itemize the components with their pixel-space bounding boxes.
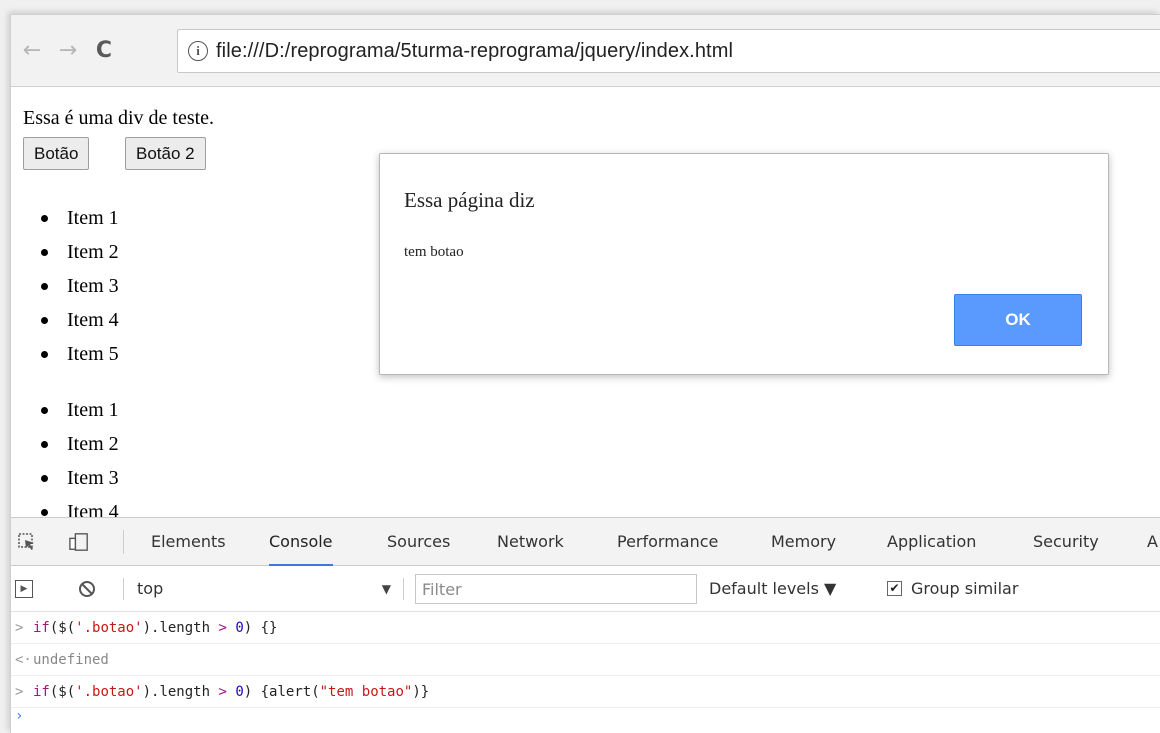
list-item: Item 4 — [41, 495, 119, 517]
tab-application[interactable]: Application — [887, 518, 976, 566]
toolbar-divider — [403, 578, 404, 600]
list-item: Item 3 — [41, 461, 119, 495]
devtools-tabbar: Elements Console Sources Network Perform… — [11, 518, 1160, 566]
info-icon[interactable]: i — [188, 41, 208, 61]
console-output: > if($('.botao').length > 0) {} <· undef… — [11, 612, 1160, 732]
tab-security[interactable]: Security — [1033, 518, 1099, 566]
list-item: Item 4 — [41, 303, 119, 337]
tab-audits[interactable]: A — [1147, 518, 1158, 566]
clear-console-icon[interactable] — [77, 579, 97, 599]
console-input-line: > if($('.botao').length > 0) {alert("tem… — [11, 676, 1160, 708]
tab-memory[interactable]: Memory — [771, 518, 836, 566]
prompt-caret-icon: › — [15, 708, 24, 724]
screenshot-frame: ← → C i file:///D:/reprograma/5turma-rep… — [0, 0, 1160, 733]
code-token: ($( — [49, 684, 76, 700]
address-bar[interactable]: i file:///D:/reprograma/5turma-reprogram… — [177, 29, 1160, 73]
tab-elements[interactable]: Elements — [151, 518, 226, 566]
console-toolbar: ▶ top ▼ Default levels ▼ ✔ Group similar — [11, 566, 1160, 612]
filter-input[interactable] — [415, 574, 697, 604]
tab-performance[interactable]: Performance — [617, 518, 718, 566]
botao-button[interactable]: Botão — [23, 137, 90, 170]
console-prompt[interactable]: › — [11, 708, 1160, 732]
browser-toolbar: ← → C i file:///D:/reprograma/5turma-rep… — [11, 15, 1160, 87]
dialog-title: Essa página diz — [404, 188, 535, 212]
code-token: "tem botao" — [319, 684, 413, 700]
dialog-message: tem botao — [404, 244, 464, 260]
code-token: 0 — [235, 684, 244, 700]
code-token: if — [33, 684, 50, 700]
sidebar-toggle-icon[interactable]: ▶ — [15, 580, 33, 598]
code-token: ).length — [142, 620, 219, 636]
list-item: Item 1 — [41, 201, 119, 235]
input-prompt-icon: > — [15, 684, 24, 700]
browser-window: ← → C i file:///D:/reprograma/5turma-rep… — [10, 14, 1160, 733]
context-value: top — [137, 579, 164, 598]
log-levels-dropdown[interactable]: Default levels ▼ — [709, 566, 836, 612]
code-token: '.botao' — [75, 620, 143, 636]
code-token: > — [218, 684, 227, 700]
tab-network[interactable]: Network — [497, 518, 564, 566]
toolbar-divider — [123, 578, 124, 600]
reload-icon[interactable]: C — [91, 37, 117, 63]
devtools-panel: Elements Console Sources Network Perform… — [11, 517, 1160, 733]
group-similar-label: Group similar — [911, 579, 1019, 598]
console-result-line: <· undefined — [11, 644, 1160, 676]
list-item: Item 2 — [41, 235, 119, 269]
inspect-element-icon[interactable] — [17, 532, 37, 552]
page-content: Essa é uma div de teste. Botão Botão 2 I… — [11, 87, 1160, 517]
code-token: )} — [412, 684, 430, 700]
tab-sources[interactable]: Sources — [387, 518, 450, 566]
back-arrow-icon[interactable]: ← — [19, 37, 45, 63]
item-list-1: Item 1 Item 2 Item 3 Item 4 Item 5 — [41, 201, 119, 371]
result-value: undefined — [33, 652, 109, 668]
list-item: Item 5 — [41, 337, 119, 371]
url-text[interactable]: file:///D:/reprograma/5turma-reprograma/… — [216, 40, 733, 63]
code-token: 0 — [235, 620, 244, 636]
forward-arrow-icon[interactable]: → — [55, 37, 81, 63]
tab-console[interactable]: Console — [269, 518, 333, 566]
console-input-line: > if($('.botao').length > 0) {} — [11, 612, 1160, 644]
code-token: > — [218, 620, 227, 636]
list-item: Item 1 — [41, 393, 119, 427]
dropdown-arrow-icon: ▼ — [381, 582, 391, 596]
group-similar-checkbox[interactable]: ✔ — [887, 581, 902, 596]
output-prompt-icon: <· — [15, 652, 32, 668]
toolbar-divider — [123, 530, 124, 554]
code-token: ($( — [49, 620, 76, 636]
input-prompt-icon: > — [15, 620, 24, 636]
ok-button[interactable]: OK — [954, 294, 1082, 346]
code-token: if — [33, 620, 50, 636]
botao-2-button[interactable]: Botão 2 — [125, 137, 206, 170]
code-token: ) {alert( — [243, 684, 320, 700]
test-div-text: Essa é uma div de teste. — [23, 107, 215, 129]
list-item: Item 3 — [41, 269, 119, 303]
context-selector[interactable]: top ▼ — [137, 566, 399, 612]
item-list-2: Item 1 Item 2 Item 3 Item 4 — [41, 393, 119, 517]
device-toolbar-icon[interactable] — [69, 532, 89, 552]
code-token: ).length — [142, 684, 219, 700]
alert-dialog: Essa página diz tem botao OK — [379, 153, 1109, 375]
code-token: '.botao' — [75, 684, 143, 700]
code-token: ) {} — [243, 620, 278, 636]
list-item: Item 2 — [41, 427, 119, 461]
